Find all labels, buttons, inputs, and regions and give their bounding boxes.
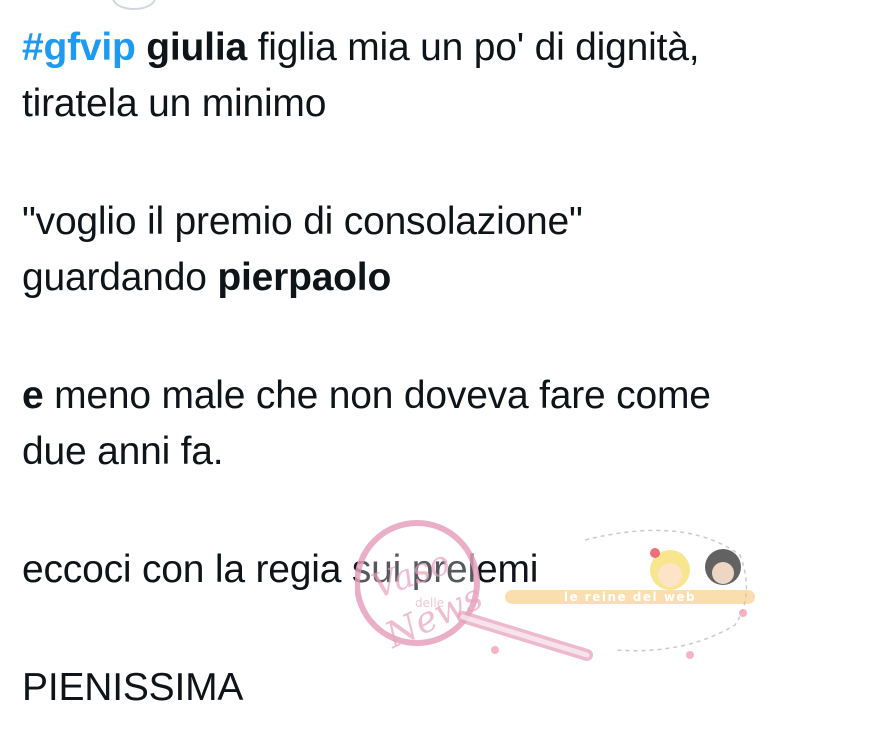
- bold-word-e: e: [22, 374, 44, 417]
- text-segment: figlia mia un po' di dignità,: [246, 26, 700, 69]
- text-segment: "voglio il premio di consolazione": [22, 200, 583, 243]
- text-segment: PIENISSIMA: [22, 666, 244, 709]
- text-segment: eccoci con la regia sui prelemi: [22, 548, 539, 591]
- text-segment: tiratela un minimo: [22, 82, 327, 125]
- partial-avatar-outline: [112, 0, 156, 10]
- bold-name-giulia: giulia: [146, 26, 247, 69]
- tweet-paragraph-5: PIENISSIMA: [22, 660, 862, 716]
- bold-name-pierpaolo: pierpaolo: [217, 256, 392, 299]
- text-segment: due anni fa.: [22, 430, 224, 473]
- hashtag-link[interactable]: #gfvip: [22, 26, 136, 69]
- tweet-paragraph-4: eccoci con la regia sui prelemi: [22, 542, 862, 598]
- tweet-paragraph-3: e meno male che non doveva fare come due…: [22, 368, 862, 480]
- text-segment: meno male che non doveva fare come: [43, 374, 711, 417]
- tweet-paragraph-2: "voglio il premio di consolazione" guard…: [22, 194, 862, 306]
- text-segment: guardando: [22, 256, 218, 299]
- tweet-paragraph-1: #gfvip giulia figlia mia un po' di digni…: [22, 20, 862, 132]
- tweet-text: #gfvip giulia figlia mia un po' di digni…: [22, 20, 862, 716]
